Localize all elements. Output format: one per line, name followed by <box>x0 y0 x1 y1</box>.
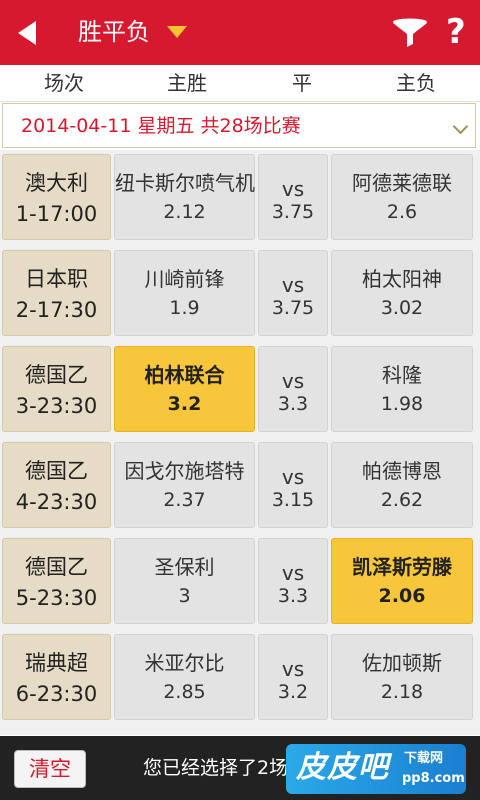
home-team: 米亚尔比 <box>144 651 225 675</box>
away-win-option[interactable]: 佐加顿斯 2.18 <box>331 634 473 720</box>
draw-option[interactable]: vs 3.3 <box>258 538 328 624</box>
page-title[interactable]: 胜平负 <box>78 16 150 48</box>
league-name: 德国乙 <box>25 459 88 483</box>
date-selector[interactable]: 2014-04-11 星期五 共28场比赛 <box>2 103 476 148</box>
home-team: 纽卡斯尔喷气机 <box>115 171 255 195</box>
match-info: 澳大利 1-17:00 <box>2 154 111 240</box>
away-win-option[interactable]: 柏太阳神 3.02 <box>331 250 473 336</box>
watermark-url: pp8.com <box>402 771 465 786</box>
match-code: 6-23:30 <box>15 682 98 706</box>
back-icon[interactable] <box>18 21 36 45</box>
away-team: 帕德博恩 <box>362 459 442 483</box>
draw-option[interactable]: vs 3.75 <box>258 154 328 240</box>
league-name: 德国乙 <box>25 363 88 387</box>
match-row: 德国乙 3-23:30 柏林联合 3.2 vs 3.3 科隆 1.98 <box>0 342 480 438</box>
match-code: 5-23:30 <box>15 586 98 610</box>
home-win-option[interactable]: 因戈尔施塔特 2.37 <box>114 442 255 528</box>
chevron-down-icon <box>452 118 469 135</box>
watermark-sub: 下载网 <box>404 751 444 766</box>
match-code: 3-23:30 <box>15 394 98 418</box>
col-header-draw: 平 <box>292 71 312 95</box>
league-name: 日本职 <box>25 267 88 291</box>
away-team: 凯泽斯劳滕 <box>352 555 452 579</box>
league-name: 德国乙 <box>25 555 88 579</box>
home-team: 柏林联合 <box>144 363 225 387</box>
draw-option[interactable]: vs 3.75 <box>258 250 328 336</box>
home-win-option[interactable]: 米亚尔比 2.85 <box>114 634 255 720</box>
away-team: 科隆 <box>382 363 422 387</box>
away-team: 佐加顿斯 <box>362 651 442 675</box>
league-name: 瑞典超 <box>25 651 88 675</box>
match-row: 德国乙 5-23:30 圣保利 3 vs 3.3 凯泽斯劳滕 2.06 <box>0 534 480 630</box>
away-win-option-selected[interactable]: 凯泽斯劳滕 2.06 <box>331 538 473 624</box>
draw-odds: 3.3 <box>277 393 309 415</box>
col-header-home-win: 主胜 <box>167 71 207 95</box>
filter-icon[interactable] <box>392 18 428 48</box>
home-odds: 3.2 <box>167 393 202 415</box>
selection-status: 您已经选择了2场 <box>143 757 289 779</box>
home-odds: 2.85 <box>163 681 206 703</box>
draw-odds: 3.75 <box>271 201 315 223</box>
dropdown-icon[interactable] <box>167 26 187 38</box>
match-info: 德国乙 5-23:30 <box>2 538 111 624</box>
away-odds: 3.02 <box>380 297 424 319</box>
draw-option[interactable]: vs 3.3 <box>258 346 328 432</box>
home-odds: 2.37 <box>163 489 206 511</box>
home-win-option[interactable]: 圣保利 3 <box>114 538 255 624</box>
help-icon[interactable]: ? <box>446 10 466 54</box>
match-row: 德国乙 4-23:30 因戈尔施塔特 2.37 vs 3.15 帕德博恩 2.6… <box>0 438 480 534</box>
top-bar: 胜平负 ? <box>0 0 480 65</box>
col-header-match: 场次 <box>44 71 84 95</box>
match-code: 2-17:30 <box>15 298 98 322</box>
match-info: 德国乙 3-23:30 <box>2 346 111 432</box>
date-text: 2014-04-11 星期五 共28场比赛 <box>21 115 301 137</box>
away-team: 阿德莱德联 <box>352 171 452 195</box>
away-odds: 2.6 <box>386 201 418 223</box>
home-team: 圣保利 <box>154 555 215 579</box>
home-win-option[interactable]: 川崎前锋 1.9 <box>114 250 255 336</box>
match-list: 澳大利 1-17:00 纽卡斯尔喷气机 2.12 vs 3.75 阿德莱德联 2… <box>0 150 480 735</box>
away-odds: 2.06 <box>378 585 426 607</box>
home-odds: 3 <box>178 585 191 607</box>
draw-option[interactable]: vs 3.15 <box>258 442 328 528</box>
home-team: 因戈尔施塔特 <box>124 459 245 483</box>
home-team: 川崎前锋 <box>144 267 225 291</box>
watermark-main: 皮皮吧 <box>296 750 389 785</box>
match-code: 4-23:30 <box>15 490 98 514</box>
home-odds: 1.9 <box>169 297 200 319</box>
away-odds: 2.18 <box>380 681 424 703</box>
clear-button[interactable]: 清空 <box>14 750 86 788</box>
draw-odds: 3.3 <box>277 585 309 607</box>
col-header-away-win: 主负 <box>396 71 436 95</box>
home-odds: 2.12 <box>163 201 206 223</box>
away-team: 柏太阳神 <box>362 267 442 291</box>
away-win-option[interactable]: 帕德博恩 2.62 <box>331 442 473 528</box>
watermark-logo: 皮皮吧 下载网 pp8.com <box>286 744 466 794</box>
draw-odds: 3.15 <box>271 489 315 511</box>
away-odds: 1.98 <box>380 393 424 415</box>
draw-odds: 3.75 <box>271 297 315 319</box>
away-win-option[interactable]: 阿德莱德联 2.6 <box>331 154 473 240</box>
match-row: 日本职 2-17:30 川崎前锋 1.9 vs 3.75 柏太阳神 3.02 <box>0 246 480 342</box>
match-info: 德国乙 4-23:30 <box>2 442 111 528</box>
away-odds: 2.62 <box>380 489 424 511</box>
draw-option[interactable]: vs 3.2 <box>258 634 328 720</box>
match-row: 瑞典超 6-23:30 米亚尔比 2.85 vs 3.2 佐加顿斯 2.18 <box>0 630 480 726</box>
home-win-option-selected[interactable]: 柏林联合 3.2 <box>114 346 255 432</box>
away-win-option[interactable]: 科隆 1.98 <box>331 346 473 432</box>
match-info: 瑞典超 6-23:30 <box>2 634 111 720</box>
draw-odds: 3.2 <box>277 681 309 703</box>
match-row: 澳大利 1-17:00 纽卡斯尔喷气机 2.12 vs 3.75 阿德莱德联 2… <box>0 150 480 246</box>
column-header: 场次 主胜 平 主负 <box>0 65 480 102</box>
match-info: 日本职 2-17:30 <box>2 250 111 336</box>
home-win-option[interactable]: 纽卡斯尔喷气机 2.12 <box>114 154 255 240</box>
match-code: 1-17:00 <box>15 202 98 226</box>
league-name: 澳大利 <box>25 171 88 195</box>
